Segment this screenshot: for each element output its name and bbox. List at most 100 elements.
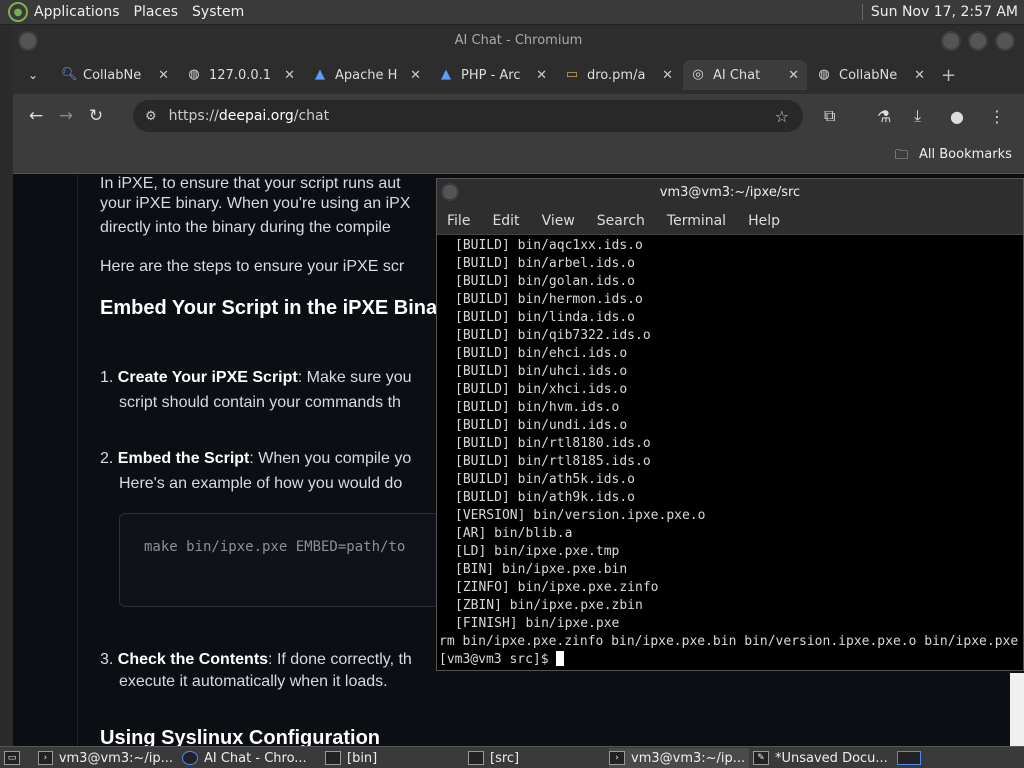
section-heading-syslinux: Using Syslinux Configuration [100,727,381,746]
terminal-line: [BUILD] bin/hermon.ids.o [455,292,643,307]
terminal-icon: › [38,751,53,765]
panel-clock[interactable]: Sun Nov 17, 2:57 AM [871,4,1018,20]
panel-separator [861,4,863,20]
reload-icon[interactable]: ↻ [81,106,111,126]
tab-apache[interactable]: ▲ Apache H ✕ [305,60,429,90]
page-scrollbar[interactable] [1010,673,1024,746]
terminal-line: [AR] bin/blib.a [455,526,573,541]
terminal-menu-file[interactable]: File [447,213,470,229]
bookmark-star-icon[interactable]: ☆ [775,107,789,126]
steps-intro-text: Here are the steps to ensure your iPXE s… [100,258,405,275]
text-editor-icon: ✎ [753,751,769,765]
tab-search-chevron-icon[interactable]: ⌄ [13,68,53,82]
intro-text-line2: your iPXE binary. When you're using an i… [100,195,411,212]
intro-text-line3: directly into the binary during the comp… [100,219,391,236]
close-window-icon[interactable] [995,31,1015,51]
search-icon: 🔍︎ [61,67,78,82]
terminal-titlebar[interactable]: vm3@vm3:~/ipxe/src [437,179,1023,207]
terminal-menu-help[interactable]: Help [748,213,780,229]
terminal-line: [LD] bin/ipxe.pxe.tmp [455,544,620,559]
extensions-icon[interactable]: ⧉ [824,106,835,126]
terminal-menu-terminal[interactable]: Terminal [667,213,726,229]
tab-localhost[interactable]: ◍ 127.0.0.1 ✕ [179,60,303,90]
distro-logo-icon[interactable]: ● [8,2,28,22]
terminal-menubar: File Edit View Search Terminal Help [437,207,1023,235]
terminal-line: [BUILD] bin/ehci.ids.o [455,346,628,361]
more-menu-icon[interactable]: ⋮ [989,107,1005,126]
tab-strip: ⌄ 🔍︎ CollabNe ✕ ◍ 127.0.0.1 ✕ ▲ Apache H… [13,56,1024,94]
tab-php[interactable]: ▲ PHP - Arc ✕ [431,60,555,90]
new-tab-icon[interactable]: + [941,65,956,86]
apache-feather-icon: ▲ [441,67,451,82]
terminal-line: [BIN] bin/ipxe.pxe.bin [455,562,628,577]
tab-collabnet-2[interactable]: ◍ CollabNe ✕ [809,60,933,90]
taskbar-item-src-folder[interactable]: [src] [468,748,603,768]
tab-collabnet-1[interactable]: 🔍︎ CollabNe ✕ [53,60,177,90]
folder-icon [468,751,484,765]
terminal-title: vm3@vm3:~/ipxe/src [659,185,801,200]
step-1-line2: script should contain your commands th [119,394,401,411]
terminal-line: [BUILD] bin/ath5k.ids.o [455,472,636,487]
globe-icon: ◍ [188,67,200,82]
window-menu-icon[interactable] [18,31,38,51]
window-title: AI Chat - Chromium [454,33,583,48]
tab-close-icon[interactable]: ✕ [284,68,295,83]
tab-close-icon[interactable]: ✕ [536,68,547,83]
tab-close-icon[interactable]: ✕ [158,68,169,83]
terminal-output[interactable]: [BUILD] bin/aqc1xx.ids.o [BUILD] bin/arbe… [437,237,1023,670]
terminal-line: [BUILD] bin/linda.ids.o [455,310,636,325]
forward-arrow-icon[interactable]: → [51,106,81,126]
section-heading-embed: Embed Your Script in the iPXE Binar [100,297,445,319]
taskbar-item-chromium[interactable]: AI Chat - Chro... [182,748,317,768]
code-block[interactable]: make bin/ipxe.pxe EMBED=path/to [119,513,449,607]
terminal-line: [BUILD] bin/undi.ids.o [455,418,628,433]
terminal-line: [BUILD] bin/hvm.ids.o [455,400,620,415]
terminal-line: [BUILD] bin/uhci.ids.o [455,364,628,379]
address-bar[interactable]: ⚙ https://deepai.org/chat ☆ [133,100,803,132]
terminal-prompt-line: [vm3@vm3 src]$ [437,651,1023,669]
terminal-menu-view[interactable]: View [542,213,575,229]
terminal-line: [BUILD] bin/ath9k.ids.o [455,490,636,505]
applications-menu[interactable]: Applications [34,4,120,20]
chromium-titlebar[interactable]: AI Chat - Chromium [13,26,1024,56]
taskbar-item-terminal-1[interactable]: › vm3@vm3:~/ip... [38,748,173,768]
terminal-window: vm3@vm3:~/ipxe/src File Edit View Search… [436,178,1024,671]
terminal-window-menu-icon[interactable] [441,183,459,201]
minimize-icon[interactable] [941,31,961,51]
show-desktop-icon[interactable]: ▭ [4,748,26,768]
content-divider [77,175,78,746]
places-menu[interactable]: Places [134,4,179,20]
terminal-menu-search[interactable]: Search [597,213,645,229]
taskbar-item-terminal-2[interactable]: › vm3@vm3:~/ip... [609,748,749,768]
tab-close-icon[interactable]: ✕ [410,68,421,83]
tab-close-icon[interactable]: ✕ [662,68,673,83]
workspace-switcher-icon[interactable] [897,748,927,768]
tab-close-icon[interactable]: ✕ [914,68,925,83]
all-bookmarks-button[interactable]: All Bookmarks [919,147,1012,162]
apache-feather-icon: ▲ [315,67,325,82]
taskbar-item-text-editor[interactable]: ✎ *Unsaved Docu... [753,748,893,768]
terminal-line: [BUILD] bin/arbel.ids.o [455,256,636,271]
terminal-line: [ZBIN] bin/ipxe.pxe.zbin [455,598,643,613]
terminal-line: [BUILD] bin/rtl8180.ids.o [455,436,651,451]
profile-avatar-icon[interactable]: ● [950,107,964,126]
download-icon[interactable]: ⤓ [914,106,921,126]
intro-text-line1: In iPXE, to ensure that your script runs… [100,175,401,192]
terminal-menu-edit[interactable]: Edit [492,213,519,229]
system-menu[interactable]: System [192,4,244,20]
step-2: 2. Embed the Script: When you compile yo [100,450,412,467]
folder-icon: 🗀 [895,148,909,163]
maximize-icon[interactable] [968,31,988,51]
back-arrow-icon[interactable]: ← [21,106,51,126]
site-info-icon[interactable]: ⚙ [145,109,157,124]
bottom-taskbar: ▭ › vm3@vm3:~/ip... AI Chat - Chro... [bi… [0,746,1024,768]
toolbar: ← → ↻ ⚙ https://deepai.org/chat ☆ ⧉ ⚗ ⤓ … [13,94,1024,138]
bookmarks-bar: 🗀 All Bookmarks [13,138,1024,174]
globe-icon: ◍ [818,67,830,82]
labs-flask-icon[interactable]: ⚗ [877,107,891,126]
taskbar-item-bin-folder[interactable]: [bin] [325,748,460,768]
terminal-rm-line: rm bin/ipxe.pxe.zinfo bin/ipxe.pxe.bin b… [439,634,1019,649]
tab-ai-chat[interactable]: ◎ AI Chat ✕ [683,60,807,90]
tab-dro-pm[interactable]: ▭ dro.pm/a ✕ [557,60,681,90]
tab-close-icon[interactable]: ✕ [788,68,799,83]
